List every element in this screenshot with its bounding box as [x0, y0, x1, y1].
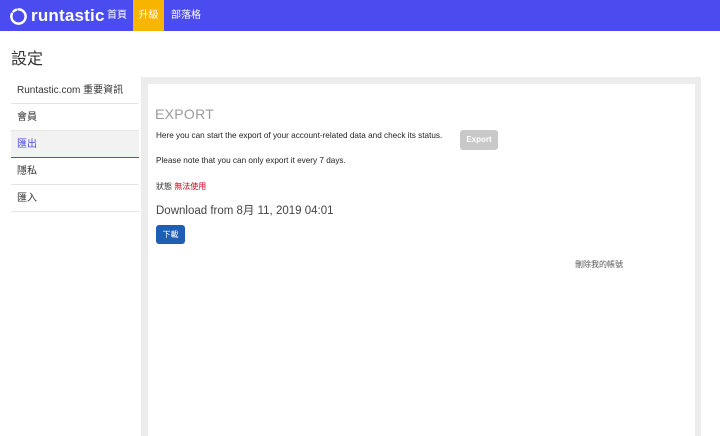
runtastic-logo-icon [10, 7, 27, 25]
sidebar-item-export[interactable]: 匯出 [11, 131, 139, 158]
nav-upgrade[interactable]: 升級 [133, 0, 164, 31]
export-heading: EXPORT [155, 106, 215, 122]
sidebar-item-import[interactable]: 匯入 [11, 185, 139, 212]
nav-home[interactable]: 首頁 [103, 0, 131, 31]
download-button[interactable]: 下載 [156, 225, 185, 244]
download-date-text: Download from 8月 11, 2019 04:01 [156, 205, 334, 217]
export-description: Here you can start the export of your ac… [156, 131, 443, 140]
brand-name: runtastic [31, 6, 105, 25]
sidebar-item-membership[interactable]: 會員 [11, 104, 139, 131]
sidebar-item-runtastic-info[interactable]: Runtastic.com 重要資訊 [11, 77, 139, 104]
sidebar-item-privacy[interactable]: 隱私 [11, 158, 139, 185]
export-button[interactable]: Export [460, 130, 498, 150]
export-status: 狀態 無法使用 [156, 181, 206, 192]
export-frequency-note: Please note that you can only export it … [156, 156, 346, 165]
top-navigation-bar: runtastic 首頁 升級 部落格 [0, 0, 720, 31]
page-title: 設定 [11, 51, 44, 68]
runtastic-logo[interactable]: runtastic [9, 6, 105, 26]
nav-blog[interactable]: 部落格 [168, 0, 204, 31]
status-value: 無法使用 [174, 182, 207, 191]
settings-sidebar: Runtastic.com 重要資訊 會員 匯出 隱私 匯入 [11, 77, 139, 212]
status-label: 狀態 [156, 182, 172, 191]
delete-account-link[interactable]: 刪除我的帳號 [575, 259, 623, 270]
